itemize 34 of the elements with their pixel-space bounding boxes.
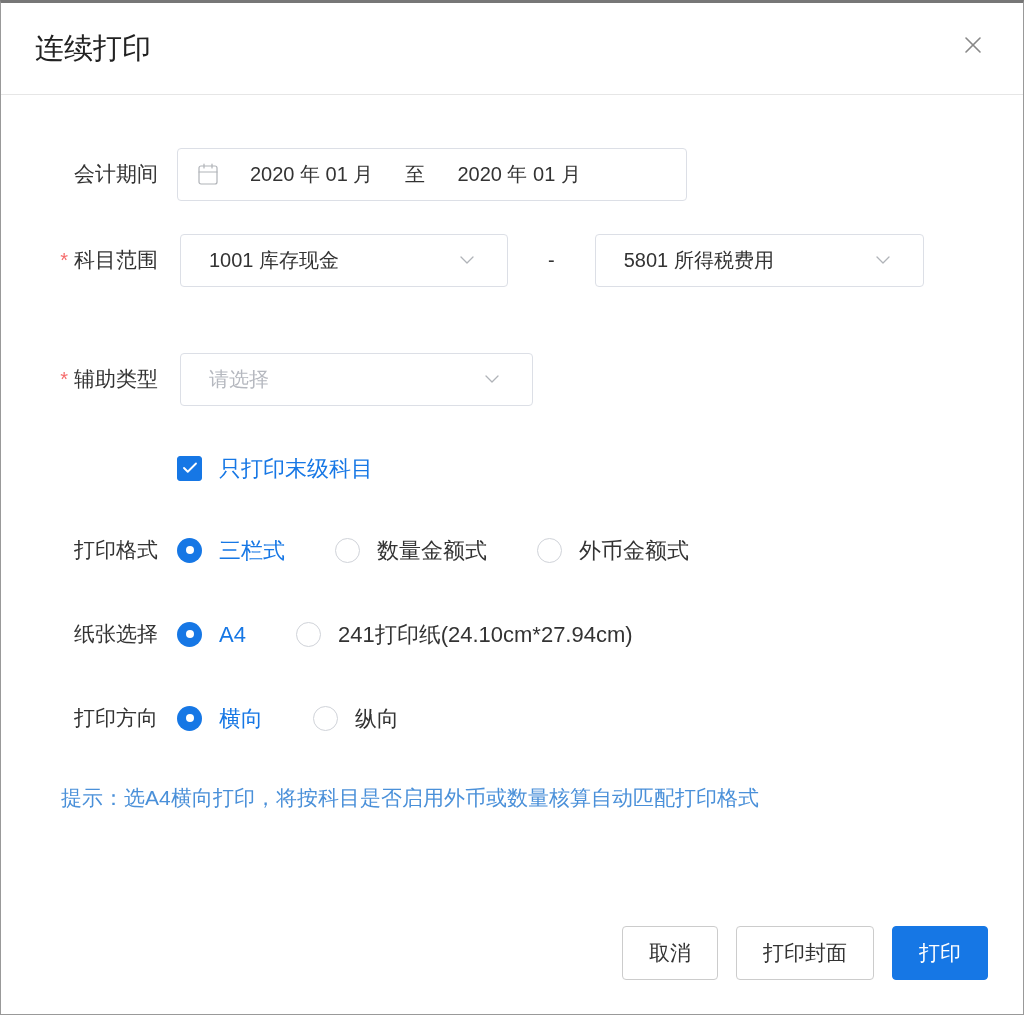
- radio-label[interactable]: 横向: [219, 701, 263, 735]
- checkbox[interactable]: [177, 455, 202, 481]
- select-field[interactable]: 5801 所得税费用: [594, 233, 924, 287]
- hint-text: 提示：选A4横向打印，将按科目是否启用外币或数量核算自动匹配打印格式: [61, 786, 759, 809]
- required-mark: *: [60, 367, 68, 392]
- radio-button[interactable]: [295, 621, 321, 647]
- field-label: 科目范围: [74, 247, 158, 274]
- dialog-title: 连续打印: [35, 30, 151, 66]
- required-mark: *: [60, 248, 68, 273]
- radio-button[interactable]: [313, 705, 338, 731]
- radio-button[interactable]: [335, 537, 360, 563]
- radio-label[interactable]: 三栏式: [219, 533, 285, 567]
- date-range-field[interactable]: 2020 年 01 月 至 2020 年 01 月: [177, 147, 687, 201]
- field-label: 纸张选择: [74, 621, 158, 648]
- dialog-button[interactable]: 取消: [622, 926, 718, 980]
- field-label: 辅助类型: [74, 366, 158, 393]
- dialog-button[interactable]: 打印封面: [736, 926, 874, 980]
- field-label: 打印方向: [74, 705, 158, 732]
- radio-label[interactable]: 纵向: [355, 701, 399, 735]
- radio-button[interactable]: [177, 621, 202, 647]
- checkbox-label[interactable]: 只打印末级科目: [219, 451, 373, 485]
- radio-button[interactable]: [177, 705, 202, 731]
- radio-label[interactable]: A4: [219, 617, 246, 651]
- radio-button[interactable]: [177, 537, 202, 563]
- select-field[interactable]: 1001 库存现金: [180, 233, 508, 287]
- range-separator: -: [548, 248, 555, 273]
- radio-label[interactable]: 数量金额式: [377, 533, 487, 567]
- radio-label[interactable]: 241打印纸(24.10cm*27.94cm): [337, 617, 633, 651]
- calendar-icon: [196, 162, 220, 186]
- field-label: 会计期间: [74, 161, 158, 188]
- radio-button[interactable]: [537, 537, 562, 563]
- field-label: 打印格式: [74, 537, 158, 564]
- radio-label[interactable]: 外币金额式: [579, 533, 689, 567]
- dialog-button[interactable]: 打印: [892, 926, 988, 980]
